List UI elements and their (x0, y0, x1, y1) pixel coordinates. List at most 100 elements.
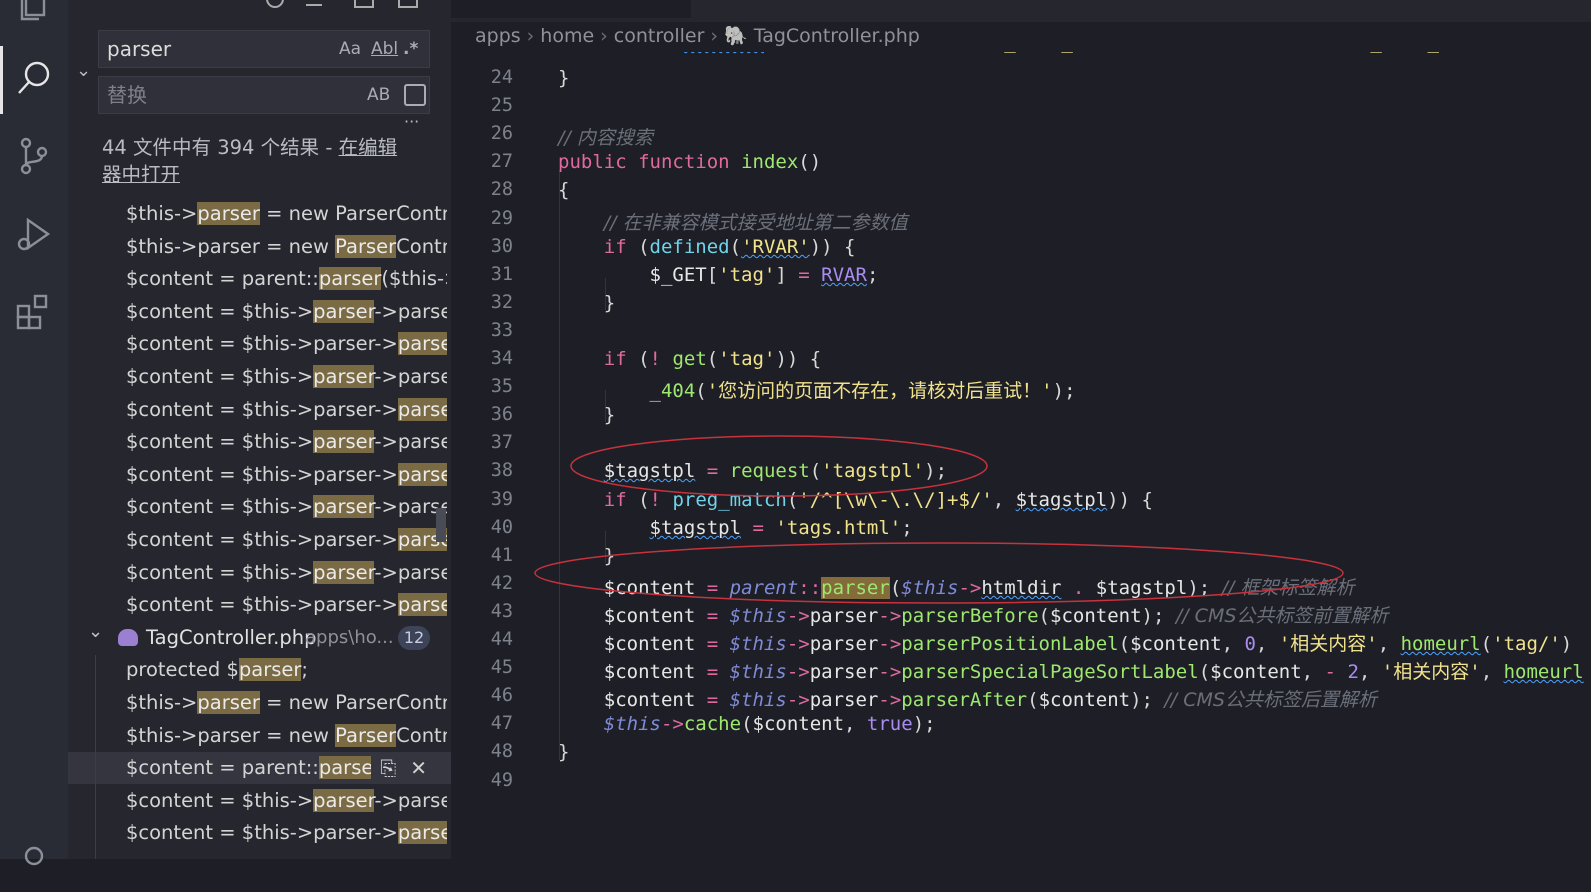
result-match: parser (313, 300, 375, 323)
search-result-row[interactable]: $this->parser = new ParserControlle... (68, 687, 451, 719)
result-match: parser (397, 821, 447, 844)
search-result-row[interactable]: $this->parser = new ParserControlle... (68, 198, 451, 230)
result-text: $content = $this->parser->parserPo... (126, 394, 447, 426)
search-result-row[interactable]: $content = $this->parser->parserPo... (68, 394, 451, 426)
accounts-icon[interactable] (0, 820, 68, 892)
annotation-overlay (534, 435, 1344, 604)
replace-all-icon[interactable] (404, 84, 426, 106)
search-result-row[interactable]: protected $parser; (68, 654, 451, 686)
explorer-icon[interactable] (0, 0, 68, 42)
result-match: parser (197, 691, 260, 714)
search-results-tree: $this->parser = new ParserControlle...$t… (68, 198, 451, 859)
more-options[interactable]: ··· (404, 112, 419, 131)
search-result-row[interactable]: $content = $this->parser->parserSe... (68, 524, 451, 556)
result-pre: $this-> (126, 691, 198, 714)
search-result-row[interactable]: $content = $this->parser->parserBe... (68, 817, 451, 849)
result-text: $content = $this->parser->parserAf... (126, 589, 447, 621)
search-result-row[interactable]: $content = $this->parser->parserAf... (68, 557, 451, 589)
result-match: parser (397, 593, 447, 616)
search-result-row[interactable]: $this->parser = new ParserControlle... (68, 720, 451, 752)
clear-results-icon[interactable] (306, 0, 322, 6)
result-match: parser (313, 789, 375, 812)
search-result-row[interactable]: $this->parser = new ParserControlle... (68, 231, 451, 263)
toggle-replace-chevron[interactable]: ⌄ (76, 60, 91, 81)
results-scrollbar[interactable] (436, 508, 446, 542)
file-path: apps\ho... (305, 627, 394, 648)
search-icon[interactable] (0, 42, 68, 114)
run-debug-icon[interactable] (0, 198, 68, 270)
collapse-all-icon[interactable] (398, 0, 418, 8)
new-search-editor-icon[interactable] (354, 0, 374, 8)
result-pre: $content = parent:: (126, 756, 319, 779)
result-match: parser (238, 658, 302, 681)
search-result-row[interactable]: $content = $this->parser->parserBe... (68, 785, 451, 817)
result-pre: $content = $this-> (126, 495, 314, 518)
result-count-text: 44 文件中有 394 个结果 - (102, 136, 339, 159)
search-result-row[interactable]: $content = $this->parser->parserAf... (68, 589, 451, 621)
search-result-row[interactable]: $content = parent::parser(... ⎘ ✕ (68, 752, 451, 784)
sidebar-header (98, 0, 438, 8)
extensions-icon[interactable] (0, 276, 68, 348)
search-input[interactable]: parser Aa Abl .* (98, 30, 430, 68)
source-control-icon[interactable] (0, 120, 68, 192)
replace-icon[interactable]: ⎘ (380, 756, 396, 780)
result-pre: $content = $this-> (126, 365, 314, 388)
result-post: Controlle... (396, 235, 447, 258)
search-result-row[interactable]: $content = $this->parser->parserBe... (68, 328, 451, 360)
result-match: Parser (335, 724, 397, 747)
file-name: TagController.php (146, 626, 317, 649)
annotation-ellipse-parser-call (534, 542, 1344, 604)
result-pre: $content = $this->parser-> (126, 332, 398, 355)
search-result-row[interactable]: $content = $this->parser->parserPo... (68, 361, 451, 393)
search-result-row[interactable]: $content = $this->parser->parserSp... (68, 459, 451, 491)
php-elephant-icon (118, 629, 138, 646)
use-regex-toggle[interactable]: .* (403, 31, 418, 67)
result-match: parser (313, 561, 375, 584)
result-post: ; (301, 658, 308, 681)
result-pre: $this->parser = new (126, 235, 336, 258)
result-pre: $content = $this-> (126, 789, 314, 812)
result-match: parser (318, 756, 371, 779)
search-result-row[interactable]: $content = $this->parser->parserBe... (68, 296, 451, 328)
result-pre: $content = $this->parser-> (126, 593, 398, 616)
result-post: = new ParserControlle... (266, 202, 447, 225)
result-summary: 44 文件中有 394 个结果 - 在编辑器中打开 (102, 134, 412, 188)
match-case-toggle[interactable]: Aa (339, 31, 361, 67)
close-icon[interactable]: ✕ (410, 756, 427, 780)
result-text: $content = $this->parser->parserBe... (126, 328, 447, 360)
preserve-case-toggle[interactable]: AB (367, 77, 390, 113)
editor-pane: apps › home › controller › 🐘 TagController.php… (451, 0, 1591, 859)
search-result-row[interactable]: $content = parent::parser($this->ht... (68, 263, 451, 295)
result-text: $this->parser = new ParserControlle... (126, 687, 447, 719)
result-text: $content = parent::parser(... (126, 752, 371, 784)
result-text: $content = $this->parser->parserBe... (126, 296, 447, 328)
refresh-icon[interactable] (266, 0, 284, 8)
search-result-row[interactable]: $content = $this->parser->parserSe... (68, 491, 451, 523)
result-text: $this->parser = new ParserControlle... (126, 720, 447, 752)
result-text: $this->parser = new ParserControlle... (126, 198, 447, 230)
match-whole-word-toggle[interactable]: Abl (371, 31, 398, 67)
result-text: $content = $this->parser->parserPo... (126, 361, 447, 393)
result-post: Controlle... (396, 724, 447, 747)
result-pre: $content = $this->parser-> (126, 528, 398, 551)
result-pre: $content = $this-> (126, 561, 314, 584)
result-match: parser (313, 430, 375, 453)
result-post: ->parserBe... (374, 789, 447, 812)
result-text: $content = parent::parser($this->ht... (126, 263, 447, 295)
chevron-down-icon[interactable]: ⌄ (88, 622, 103, 648)
replace-input[interactable]: 替换 AB (98, 76, 430, 114)
search-query: parser (107, 37, 172, 61)
result-text: protected $parser; (126, 654, 447, 686)
result-pre: $content = parent:: (126, 267, 319, 290)
result-text: $content = $this->parser->parserBe... (126, 785, 447, 817)
result-pre: $content = $this->parser-> (126, 463, 398, 486)
result-post: = new ParserControlle... (266, 691, 447, 714)
search-result-row[interactable]: $content = $this->parser->parserSp... (68, 426, 451, 458)
result-pre: protected $ (126, 658, 239, 681)
result-post: ->parserBe... (374, 300, 447, 323)
annotation-ellipse-tagstpl (570, 435, 988, 497)
result-post: ->parserAf... (374, 561, 447, 584)
search-sidebar: ⌄ parser Aa Abl .* 替换 AB ··· 44 文件中有 394… (68, 0, 451, 859)
file-result-header[interactable]: ⌄ TagController.php apps\ho... 12 (68, 622, 451, 654)
result-match: parser (397, 398, 447, 421)
